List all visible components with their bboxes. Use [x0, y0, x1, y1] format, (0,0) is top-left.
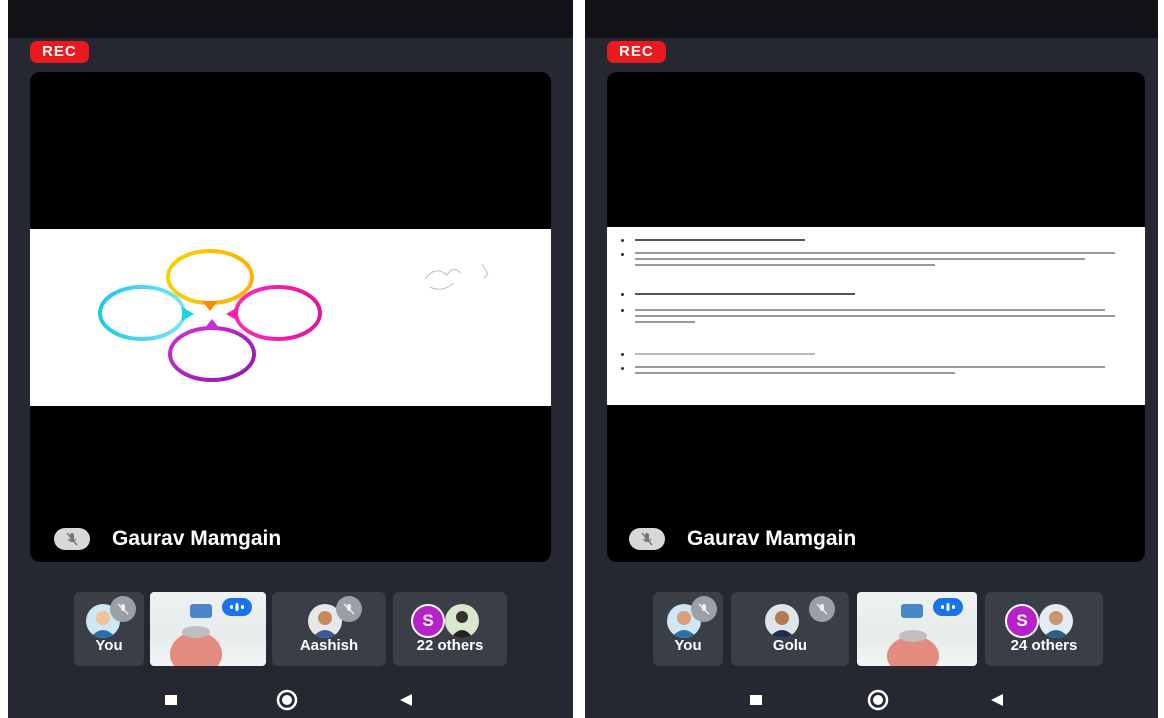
participant-label: 22 others	[416, 637, 484, 654]
presentation-stage[interactable]: Gaurav Mamgain	[30, 72, 551, 562]
back-icon[interactable]	[989, 692, 1005, 713]
avatar	[445, 604, 479, 638]
avatar	[765, 604, 799, 638]
presentation-stage[interactable]: Gaurav Mamgain	[607, 72, 1145, 562]
left-phone-screen: REC Gaurav Mamgain You Aashish S 22 othe…	[8, 0, 573, 718]
speaker-name: Gaurav Mamgain	[687, 527, 857, 550]
android-nav-bar	[585, 683, 1158, 718]
participant-label: You	[95, 637, 123, 654]
speaking-indicator-icon	[933, 598, 963, 616]
right-phone-screen: REC Gaurav Mamgain You Golu S 24 others	[585, 0, 1158, 718]
home-icon[interactable]	[276, 689, 298, 716]
participant-tile-others[interactable]: S 22 others	[393, 592, 507, 666]
others-initial-badge: S	[1005, 604, 1039, 638]
avatar	[1039, 604, 1073, 638]
shared-document-slide	[607, 227, 1145, 405]
back-icon[interactable]	[398, 692, 414, 713]
speaker-name-row: Gaurav Mamgain	[54, 527, 281, 551]
recording-badge: REC	[30, 41, 89, 63]
participant-tile-you[interactable]: You	[653, 592, 723, 666]
android-nav-bar	[8, 683, 573, 718]
participant-label: You	[674, 637, 702, 654]
participant-tile-aashish[interactable]: Aashish	[272, 592, 386, 666]
participant-label: 24 others	[1010, 637, 1078, 654]
participant-label: Golu	[772, 637, 808, 654]
mic-off-icon	[336, 596, 362, 622]
mic-off-icon	[809, 596, 835, 622]
four-ring-logo	[98, 249, 489, 382]
speaking-indicator-icon	[222, 598, 252, 616]
mic-off-icon	[629, 528, 665, 550]
mic-off-icon	[691, 596, 717, 622]
status-bar	[8, 0, 573, 38]
recent-apps-icon[interactable]	[749, 693, 763, 712]
shared-slide	[30, 229, 551, 406]
active-speaker-video-tile[interactable]	[150, 592, 266, 666]
others-initial-badge: S	[411, 604, 445, 638]
speaker-name: Gaurav Mamgain	[112, 527, 282, 550]
participant-tile-golu[interactable]: Golu	[731, 592, 849, 666]
participant-tile-you[interactable]: You	[74, 592, 144, 666]
recent-apps-icon[interactable]	[164, 693, 178, 712]
status-bar	[585, 0, 1158, 38]
speaker-name-row: Gaurav Mamgain	[629, 527, 856, 551]
recording-badge: REC	[607, 41, 666, 63]
active-speaker-video-tile[interactable]	[857, 592, 977, 666]
mic-off-icon	[110, 596, 136, 622]
participant-label: Aashish	[299, 637, 359, 654]
mic-off-icon	[54, 528, 90, 550]
home-icon[interactable]	[867, 689, 889, 716]
participant-tile-others[interactable]: S 24 others	[985, 592, 1103, 666]
